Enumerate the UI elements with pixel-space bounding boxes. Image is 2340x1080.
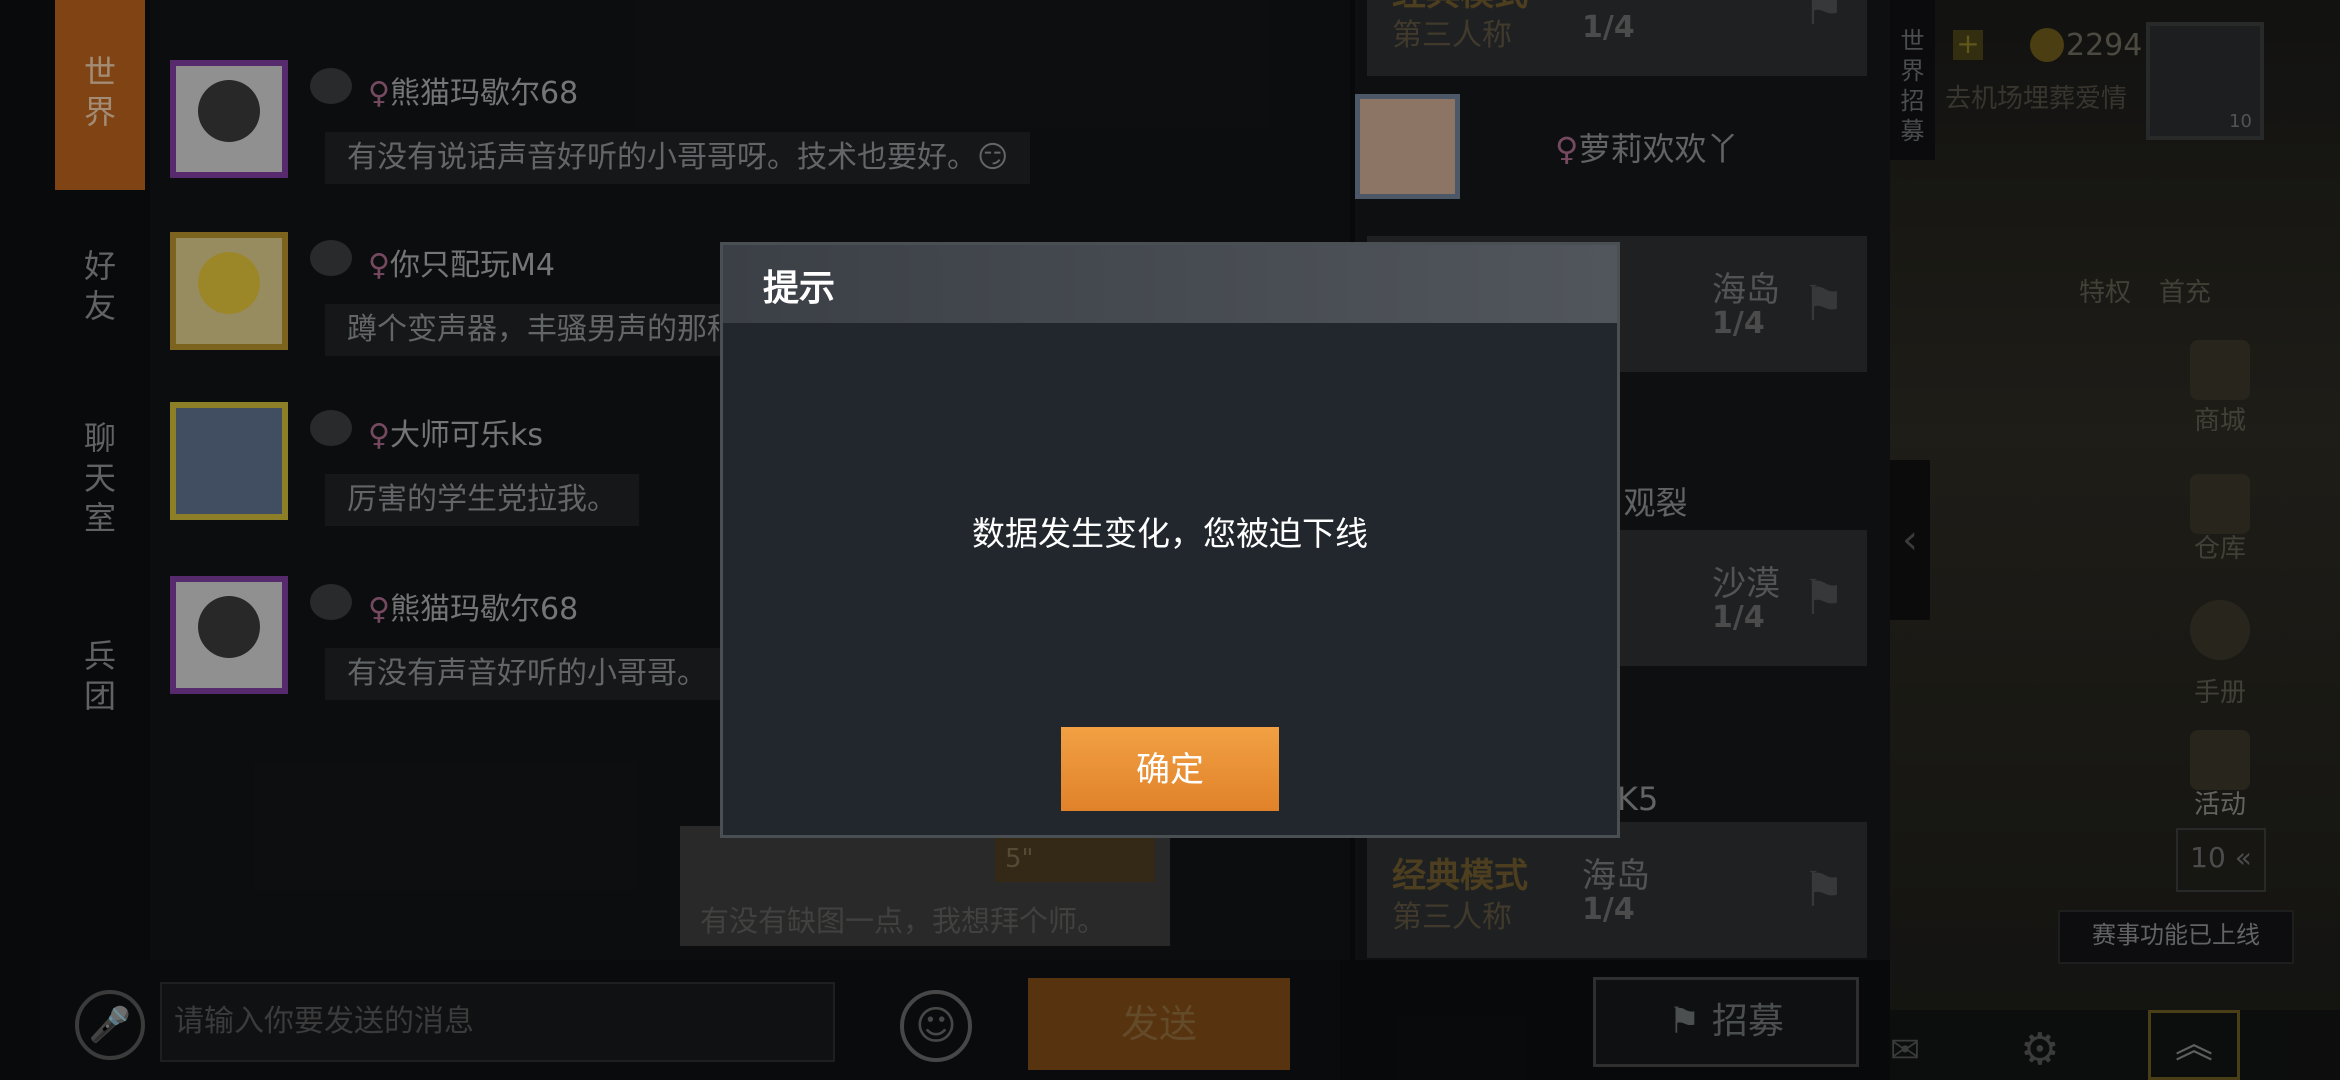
dialog-message: 数据发生变化，您被迫下线	[972, 514, 1368, 553]
dialog-title: 提示	[763, 268, 836, 309]
confirm-button[interactable]: 确定	[1061, 727, 1279, 811]
alert-dialog: 提示 数据发生变化，您被迫下线 确定	[720, 242, 1620, 838]
dialog-header: 提示	[723, 245, 1617, 323]
